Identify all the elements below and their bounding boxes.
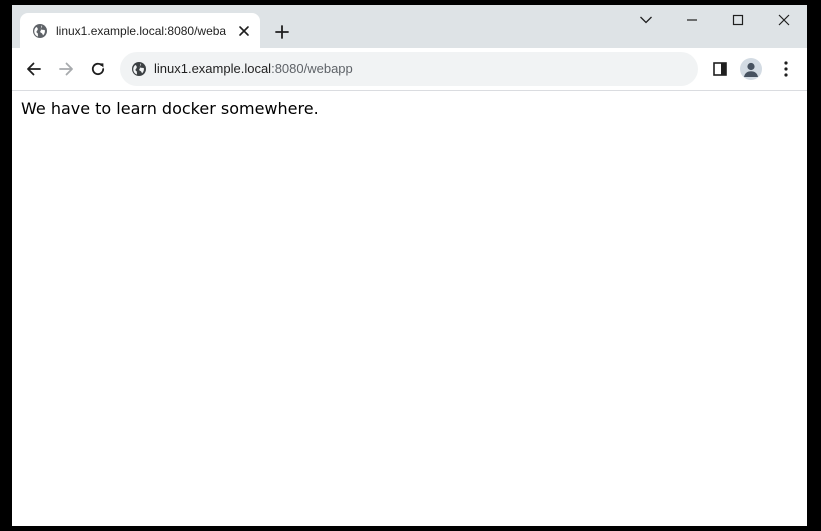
tab-title: linux1.example.local:8080/webapp bbox=[56, 24, 226, 38]
back-button[interactable] bbox=[20, 55, 48, 83]
reload-icon bbox=[91, 62, 105, 76]
globe-icon bbox=[132, 62, 146, 76]
site-info-button[interactable] bbox=[131, 61, 147, 77]
minimize-icon bbox=[687, 19, 697, 21]
side-panel-icon bbox=[713, 62, 727, 76]
tab-active[interactable]: linux1.example.local:8080/webapp bbox=[20, 13, 260, 48]
menu-button[interactable] bbox=[772, 55, 800, 83]
forward-button[interactable] bbox=[52, 55, 80, 83]
globe-icon bbox=[32, 23, 48, 39]
browser-toolbar: linux1.example.local:8080/webapp bbox=[12, 48, 807, 91]
chevron-down-icon bbox=[640, 16, 652, 24]
url-text: linux1.example.local:8080/webapp bbox=[154, 60, 353, 78]
more-vertical-icon bbox=[784, 61, 788, 77]
close-icon bbox=[239, 26, 249, 36]
close-window-button[interactable] bbox=[761, 5, 807, 35]
browser-window: linux1.example.local:8080/webapp linux1.… bbox=[12, 5, 807, 526]
plus-icon bbox=[275, 25, 289, 39]
url-host: linux1.example.local bbox=[154, 61, 272, 76]
url-path: :8080/webapp bbox=[271, 61, 353, 76]
page-content: We have to learn docker somewhere. bbox=[12, 91, 807, 526]
side-panel-button[interactable] bbox=[706, 55, 734, 83]
profile-button[interactable] bbox=[740, 58, 762, 80]
reload-button[interactable] bbox=[84, 55, 112, 83]
address-bar[interactable]: linux1.example.local:8080/webapp bbox=[120, 52, 698, 86]
page-text: We have to learn docker somewhere. bbox=[21, 99, 319, 118]
minimize-button[interactable] bbox=[669, 5, 715, 35]
avatar-icon bbox=[744, 62, 758, 77]
tab-close-button[interactable] bbox=[234, 21, 254, 41]
close-icon bbox=[778, 14, 790, 26]
new-tab-button[interactable] bbox=[269, 19, 295, 45]
maximize-button[interactable] bbox=[715, 5, 761, 35]
title-bar: linux1.example.local:8080/webapp bbox=[12, 5, 807, 48]
tab-search-button[interactable] bbox=[623, 5, 669, 35]
arrow-left-icon bbox=[27, 62, 41, 76]
arrow-right-icon bbox=[59, 62, 73, 76]
maximize-icon bbox=[732, 14, 744, 26]
